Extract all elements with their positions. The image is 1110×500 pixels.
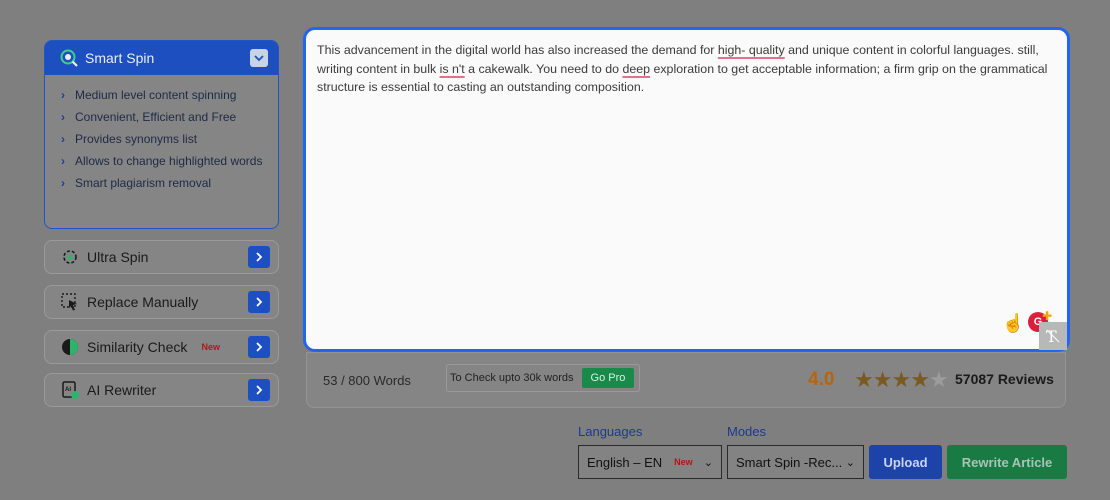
chevron-right-icon: ›: [61, 154, 65, 168]
svg-text:T: T: [1046, 327, 1057, 346]
text-segment: This advancement in the digital world ha…: [317, 43, 718, 57]
go-pro-button[interactable]: Go Pro: [581, 368, 635, 388]
star-empty-icon: ★: [928, 367, 949, 392]
language-value: English – EN: [587, 454, 663, 470]
languages-label: Languages: [578, 424, 643, 439]
smart-spin-icon: [59, 48, 79, 68]
sidebar-item-label: Similarity Check: [87, 339, 188, 355]
rewrite-article-button[interactable]: Rewrite Article: [947, 445, 1067, 479]
star-icon: ★: [872, 367, 893, 392]
star-icon: ★: [891, 367, 911, 392]
modes-label: Modes: [727, 424, 767, 439]
star-icon: ★: [854, 367, 874, 392]
ai-rewriter-icon: AI: [59, 379, 81, 401]
sidebar-item-replace-manually[interactable]: Replace Manually: [44, 285, 279, 319]
editor-text: This advancement in the digital world ha…: [317, 43, 1047, 94]
similarity-check-icon: [59, 336, 81, 358]
word-count: 53 / 800 Words: [323, 373, 411, 388]
spelling-highlight[interactable]: deep: [622, 62, 650, 76]
chevron-right-icon: ›: [61, 110, 65, 124]
chevron-right-icon[interactable]: [248, 291, 270, 313]
chevron-down-icon: ⌄: [703, 456, 713, 469]
upload-button[interactable]: Upload: [869, 445, 942, 479]
svg-text:AI: AI: [65, 387, 71, 393]
smart-spin-feature-list: › Medium level content spinning › Convenie…: [45, 75, 278, 191]
feature-label: Convenient, Efficient and Free: [75, 110, 237, 124]
feature-item: › Allows to change highlighted words: [61, 153, 268, 169]
feature-label: Smart plagiarism removal: [75, 176, 212, 190]
smart-spin-card: Smart Spin › Medium level content spinnin…: [44, 40, 279, 229]
spelling-highlight[interactable]: high- quality: [718, 43, 785, 57]
chevron-right-icon: ›: [61, 176, 65, 190]
sidebar-item-label: Replace Manually: [87, 294, 199, 310]
spelling-highlight[interactable]: is n't: [440, 62, 465, 76]
new-badge: New: [674, 457, 693, 467]
upgrade-text: To Check upto 30k words: [450, 372, 574, 384]
reviews-count: 57087 Reviews: [955, 371, 1054, 387]
feature-item: › Provides synonyms list: [61, 131, 268, 147]
content-editor[interactable]: This advancement in the digital world ha…: [303, 27, 1070, 352]
feature-item: › Smart plagiarism removal: [61, 175, 268, 191]
feature-item: › Medium level content spinning: [61, 87, 268, 103]
ultra-spin-icon: [59, 246, 81, 268]
feature-label: Provides synonyms list: [75, 132, 198, 146]
rating-value: 4.0: [808, 369, 835, 390]
smart-spin-title: Smart Spin: [85, 50, 155, 66]
sidebar-item-label: Ultra Spin: [87, 249, 149, 265]
hand-pointer-icon[interactable]: ☝️: [1002, 314, 1024, 333]
chevron-right-icon[interactable]: [248, 336, 270, 358]
chevron-right-icon: ›: [61, 132, 65, 146]
feature-label: Medium level content spinning: [75, 88, 237, 102]
sidebar-item-ai-rewriter[interactable]: AI AI Rewriter: [44, 373, 279, 407]
rating-stars: ★★★★★: [854, 367, 949, 393]
language-select[interactable]: English – EN New ⌄: [578, 445, 722, 479]
sidebar-item-similarity-check[interactable]: Similarity Check New: [44, 330, 279, 364]
replace-manually-icon: [59, 291, 81, 313]
chevron-down-icon[interactable]: [250, 49, 268, 67]
feature-label: Allows to change highlighted words: [75, 154, 263, 168]
stats-bar: 53 / 800 Words To Check upto 30k words G…: [306, 352, 1066, 408]
chevron-right-icon[interactable]: [248, 246, 270, 268]
new-badge: New: [201, 342, 220, 352]
mode-select[interactable]: Smart Spin -Rec... ⌄: [727, 445, 864, 479]
chevron-down-icon: ⌄: [845, 456, 855, 469]
star-icon: ★: [910, 367, 930, 392]
smart-spin-header[interactable]: Smart Spin: [45, 41, 278, 75]
feature-item: › Convenient, Efficient and Free: [61, 109, 268, 125]
translate-icon[interactable]: T: [1039, 322, 1067, 350]
mode-value: Smart Spin -Rec...: [736, 454, 843, 470]
chevron-right-icon[interactable]: [248, 379, 270, 401]
chevron-right-icon: ›: [61, 88, 65, 102]
sidebar-item-ultra-spin[interactable]: Ultra Spin: [44, 240, 279, 274]
sidebar-item-label: AI Rewriter: [87, 382, 157, 398]
upgrade-box: To Check upto 30k words Go Pro: [446, 364, 640, 392]
text-segment: a cakewalk. You need to do: [464, 61, 623, 76]
